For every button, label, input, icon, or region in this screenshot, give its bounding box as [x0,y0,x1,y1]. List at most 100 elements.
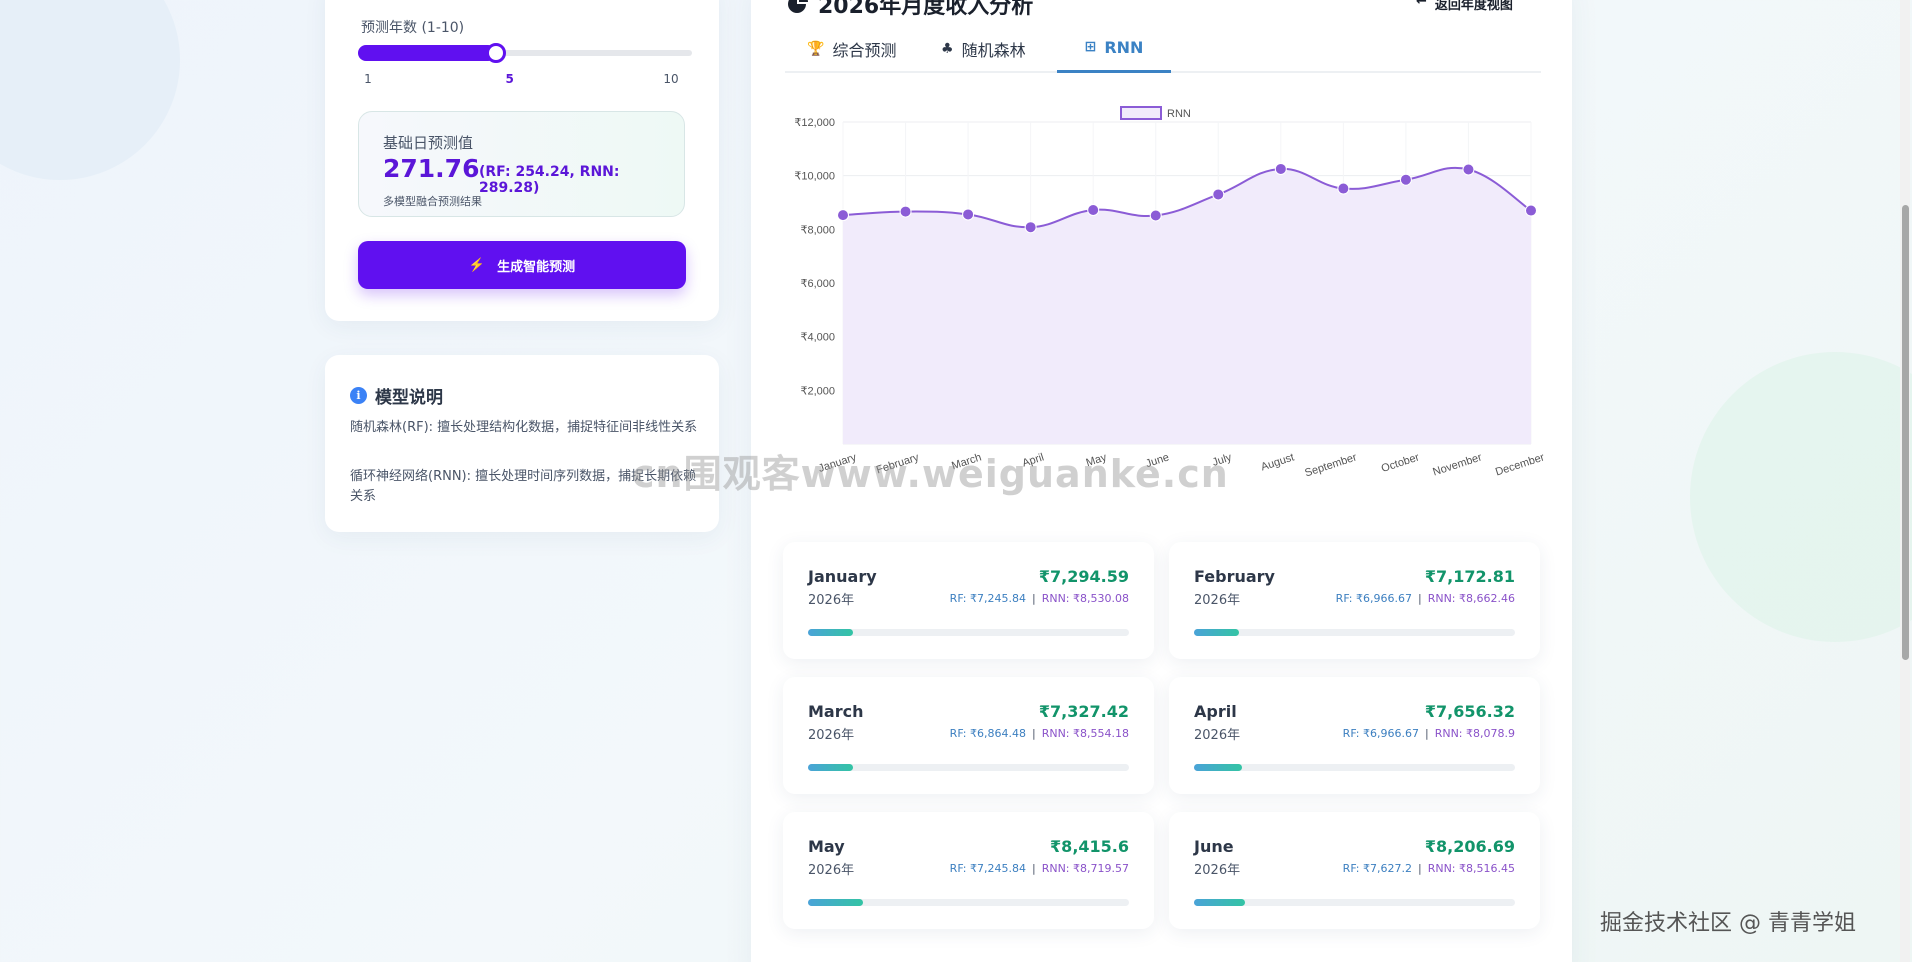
generate-prediction-button[interactable]: ⚡ 生成智能预测 [358,241,686,289]
data-point [962,208,975,221]
tab-label: RNN [1104,37,1144,57]
y-tick-label: ₹12,000 [794,117,835,129]
month-rnn-value: RNN: ₹8,662.46 [1427,592,1515,605]
trophy-icon: 🏆 [807,40,825,57]
month-card[interactable]: February 2026年 ₹7,172.81 RF: ₹6,966.67 | R… [1169,542,1540,659]
data-point [1149,209,1162,222]
data-point [1462,163,1475,176]
years-slider-handle[interactable] [485,43,506,63]
y-tick-label: ₹2,000 [800,385,835,397]
month-total: ₹8,206.69 [1424,837,1515,856]
month-name: January [808,567,877,586]
month-rnn-value: RNN: ₹8,516.45 [1427,862,1515,875]
month-progress-bar [1194,899,1515,906]
month-progress-fill [808,629,853,636]
month-total: ₹7,656.32 [1424,702,1515,721]
month-year: 2026年 [808,863,855,878]
y-tick-label: ₹10,000 [794,171,835,183]
month-model-breakdown: RF: ₹7,245.84 | RNN: ₹8,530.08 [950,592,1129,605]
month-progress-fill [1194,629,1239,636]
model-info-heading: 模型说明 [375,388,443,408]
arrow-left-icon: ← [1416,0,1427,9]
base-prediction-breakdown: (RF: 254.24, RNN: 289.28) [479,164,620,196]
separator: | [1031,592,1036,605]
data-point [1337,182,1350,195]
data-point [1087,204,1100,217]
watermark: cn围观客www.weiguanke.cn [632,452,1229,496]
data-point [1274,162,1287,175]
y-tick-label: ₹8,000 [800,224,835,236]
base-prediction-value: 271.76 [383,154,480,183]
tab-rnn[interactable]: ⊞ RNN [1057,24,1171,73]
network-icon: ⊞ [1084,39,1097,55]
month-rf-value: RF: ₹7,245.84 [949,592,1026,605]
x-tick-label: August [1259,451,1295,473]
month-model-breakdown: RF: ₹7,627.2 | RNN: ₹8,516.45 [1343,862,1515,875]
back-link-label: 返回年度视图 [1434,0,1513,13]
x-tick-label: September [1303,451,1358,479]
month-progress-fill [808,764,853,771]
slider-label: 预测年数 (1-10) [361,20,465,36]
month-total: ₹7,327.42 [1038,702,1129,721]
month-card[interactable]: March 2026年 ₹7,327.42 RF: ₹6,864.48 | RNN:… [783,677,1154,794]
tab-random-forest[interactable]: ♣ 随机森林 [941,24,1026,73]
month-rnn-value: RNN: ₹8,554.18 [1041,727,1129,740]
generate-prediction-label: 生成智能预测 [497,258,576,274]
month-card[interactable]: April 2026年 ₹7,656.32 RF: ₹6,966.67 | RNN:… [1169,677,1540,794]
month-progress-bar [1194,764,1515,771]
data-point [837,209,849,222]
month-rf-value: RF: ₹7,245.84 [949,862,1026,875]
month-rf-value: RF: ₹6,966.67 [1342,727,1419,740]
scrollbar-thumb[interactable] [1902,205,1909,660]
background-blob [0,0,180,180]
month-year: 2026年 [1194,593,1241,608]
month-total: ₹7,172.81 [1424,567,1515,586]
month-card[interactable]: January 2026年 ₹7,294.59 RF: ₹7,245.84 | RN… [783,542,1154,659]
slider-min-label: 1 [364,72,372,86]
rnn-line-chart: ₹2,000₹4,000₹6,000₹8,000₹10,000₹12,000Ja… [794,106,1546,479]
month-year: 2026年 [808,593,855,608]
month-progress-bar [1194,629,1515,636]
month-model-breakdown: RF: ₹7,245.84 | RNN: ₹8,719.57 [950,862,1129,875]
separator: | [1424,727,1429,740]
month-year: 2026年 [808,728,855,743]
model-tabs: 🏆 综合预测 ♣ 随机森林 ⊞ RNN [785,24,1541,73]
lightning-icon: ⚡ [468,257,486,272]
back-to-annual-link[interactable]: ← 返回年度视图 [1416,0,1513,13]
month-card[interactable]: June 2026年 ₹8,206.69 RF: ₹7,627.2 | RNN: ₹… [1169,812,1540,929]
slider-max-label: 10 [663,72,679,86]
month-progress-fill [1194,899,1246,906]
month-model-breakdown: RF: ₹6,864.48 | RNN: ₹8,554.18 [950,727,1129,740]
month-rf-value: RF: ₹6,966.67 [1335,592,1412,605]
series-area-rnn [843,167,1531,444]
tab-combined[interactable]: 🏆 综合预测 [807,24,896,73]
month-model-breakdown: RF: ₹6,966.67 | RNN: ₹8,078.9 [1343,727,1515,740]
month-name: June [1194,837,1234,856]
separator: | [1031,862,1036,875]
month-year: 2026年 [1194,863,1241,878]
month-year: 2026年 [1194,728,1241,743]
month-rf-value: RF: ₹6,864.48 [949,727,1026,740]
data-point [1212,188,1225,201]
y-tick-label: ₹6,000 [800,278,835,290]
tab-label: 随机森林 [961,40,1026,60]
month-progress-bar [808,764,1129,771]
legend-label: RNN [1167,108,1191,120]
month-progress-fill [1194,764,1243,771]
month-card[interactable]: May 2026年 ₹8,415.6 RF: ₹7,245.84 | RNN: ₹8… [783,812,1154,929]
prediction-settings-card: 预测年数 (1-10) 1 5 10 基础日预测值 271.76 (RF: 25… [325,0,719,321]
data-point [1399,173,1412,186]
month-progress-fill [808,899,863,906]
separator: | [1417,592,1422,605]
month-name: May [808,837,845,856]
pie-chart-icon [788,0,808,13]
month-total: ₹8,415.6 [1050,837,1129,856]
month-rnn-value: RNN: ₹8,078.9 [1434,727,1515,740]
data-point [899,205,912,218]
slider-value-label: 5 [505,72,514,86]
page-title-text: 2026年月度收入分析 [818,0,1034,19]
data-point [1525,204,1537,217]
month-progress-bar [808,629,1129,636]
data-point [1024,221,1037,234]
x-tick-label: December [1494,451,1546,478]
